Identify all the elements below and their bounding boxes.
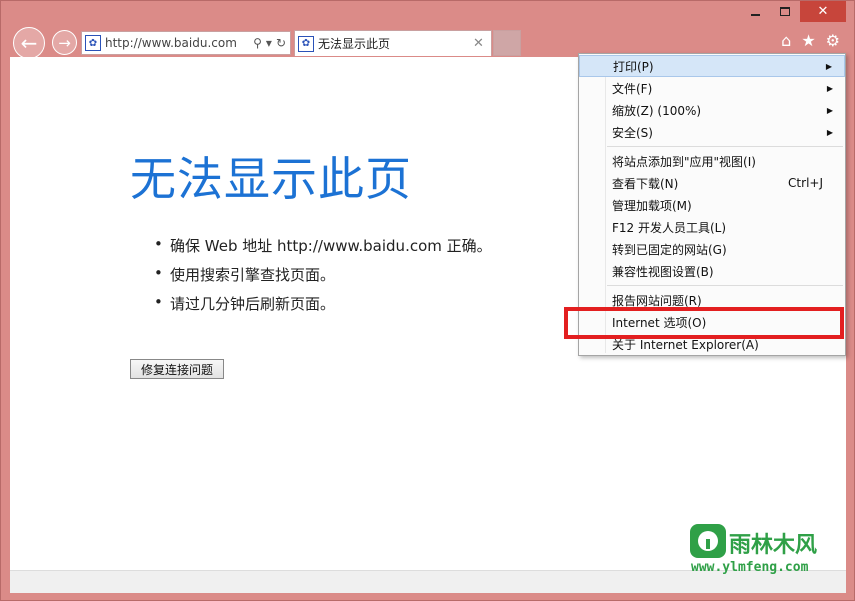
- tab-active[interactable]: ✿ 无法显示此页 ✕: [294, 30, 492, 56]
- tab-close-icon[interactable]: ✕: [473, 36, 491, 51]
- refresh-icon[interactable]: ↻: [276, 36, 286, 50]
- menu-item-pinned-sites[interactable]: 转到已固定的网站(G): [579, 238, 845, 260]
- menu-item-safety[interactable]: 安全(S) ▶: [579, 121, 845, 143]
- forward-arrow-icon: →: [58, 33, 71, 52]
- menu-item-add-to-apps[interactable]: 将站点添加到"应用"视图(I): [579, 150, 845, 172]
- watermark-logo-icon: [690, 524, 726, 558]
- address-bar[interactable]: ✿ http://www.baidu.com ⚲ ▾ ↻: [81, 31, 291, 55]
- menu-item-file[interactable]: 文件(F) ▶: [579, 77, 845, 99]
- suggestion-item: 请过几分钟后刷新页面。: [154, 293, 492, 322]
- search-icon[interactable]: ⚲: [253, 36, 262, 50]
- minimize-button[interactable]: [740, 1, 770, 22]
- menu-item-label: 兼容性视图设置(B): [612, 264, 714, 279]
- close-button[interactable]: ✕: [800, 1, 846, 22]
- menu-item-manage-addons[interactable]: 管理加载项(M): [579, 194, 845, 216]
- menu-item-print[interactable]: 打印(P) ▶: [579, 55, 845, 77]
- menu-item-label: 文件(F): [612, 81, 653, 96]
- submenu-arrow-icon: ▶: [825, 61, 832, 71]
- suggestion-item: 使用搜索引擎查找页面。: [154, 264, 492, 293]
- menu-item-shortcut: Ctrl+J: [788, 176, 823, 190]
- menu-item-dev-tools[interactable]: F12 开发人员工具(L): [579, 216, 845, 238]
- menu-item-label: F12 开发人员工具(L): [612, 220, 727, 235]
- menu-item-zoom[interactable]: 缩放(Z) (100%) ▶: [579, 99, 845, 121]
- menu-item-label: 打印(P): [613, 59, 654, 74]
- address-url[interactable]: http://www.baidu.com: [105, 36, 253, 50]
- watermark-url: www.ylmfeng.com: [691, 560, 809, 575]
- watermark-name: 雨林木风: [729, 533, 818, 558]
- new-tab-button[interactable]: [493, 30, 521, 56]
- menu-item-label: 报告网站问题(R): [612, 293, 702, 308]
- menu-item-label: 查看下载(N): [612, 176, 679, 191]
- menu-item-view-downloads[interactable]: 查看下载(N) Ctrl+J: [579, 172, 845, 194]
- menu-item-label: 缩放(Z) (100%): [612, 103, 702, 118]
- submenu-arrow-icon: ▶: [826, 105, 833, 115]
- menu-item-label: 转到已固定的网站(G): [612, 242, 727, 257]
- settings-icon[interactable]: ⚙: [826, 31, 840, 50]
- dropdown-icon[interactable]: ▾: [266, 36, 272, 50]
- submenu-arrow-icon: ▶: [826, 83, 833, 93]
- error-suggestions: 确保 Web 地址 http://www.baidu.com 正确。 使用搜索引…: [154, 235, 492, 322]
- fix-connection-button[interactable]: 修复连接问题: [130, 359, 224, 379]
- menu-item-label: 安全(S): [612, 125, 653, 140]
- favorites-icon[interactable]: ★: [801, 31, 815, 50]
- submenu-arrow-icon: ▶: [826, 127, 833, 137]
- home-icon[interactable]: ⌂: [781, 31, 791, 50]
- maximize-icon: [780, 7, 790, 16]
- minimize-icon: [750, 13, 760, 16]
- tab-title: 无法显示此页: [318, 37, 391, 51]
- tab-favicon-icon: ✿: [298, 35, 314, 52]
- suggestion-item: 确保 Web 地址 http://www.baidu.com 正确。: [154, 235, 492, 264]
- menu-item-compat-view[interactable]: 兼容性视图设置(B): [579, 260, 845, 282]
- close-icon: ✕: [817, 4, 829, 19]
- caption-buttons: ✕: [740, 1, 846, 23]
- back-button[interactable]: ←: [13, 27, 45, 59]
- browser-window: ✕ ← → ✿ http://www.baidu.com ⚲ ▾ ↻ ✿ 无法显…: [0, 0, 855, 601]
- maximize-button[interactable]: [770, 1, 800, 22]
- toolbar-icons: ⌂ ★ ⚙: [781, 31, 840, 50]
- error-title: 无法显示此页: [130, 152, 412, 206]
- menu-separator: [607, 285, 843, 286]
- baidu-favicon-icon: ✿: [85, 35, 101, 51]
- menu-item-label: 将站点添加到"应用"视图(I): [612, 154, 756, 169]
- forward-button[interactable]: →: [52, 30, 77, 55]
- menu-item-label: 管理加载项(M): [612, 198, 692, 213]
- annotation-highlight-box: [564, 307, 844, 339]
- back-arrow-icon: ←: [20, 31, 38, 55]
- menu-separator: [607, 146, 843, 147]
